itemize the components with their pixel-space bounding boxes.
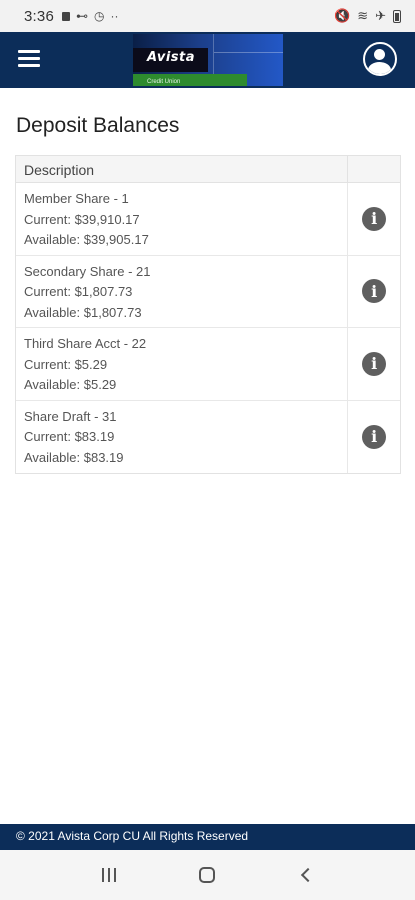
description-header: Description: [16, 156, 349, 182]
account-name: Share Draft - 31: [24, 408, 117, 424]
table-row: Member Share - 1 Current: $39,910.17 Ava…: [16, 183, 400, 256]
account-cell: Member Share - 1 Current: $39,910.17 Ava…: [16, 183, 349, 255]
app-header: Avista Credit Union: [0, 32, 415, 88]
info-icon[interactable]: i: [362, 279, 387, 304]
recents-icon: [102, 868, 117, 882]
available-balance: Available: $83.19: [24, 449, 124, 465]
table-header: Description: [16, 156, 400, 183]
airplane-icon: ✈: [375, 8, 386, 23]
mute-icon: 🔇: [334, 8, 351, 23]
recents-button[interactable]: [89, 855, 129, 895]
back-button[interactable]: [286, 855, 326, 895]
account-name: Secondary Share - 21: [24, 263, 151, 279]
logo-subtext: Credit Union: [147, 79, 181, 85]
logo-graphic: [213, 34, 283, 74]
info-icon[interactable]: i: [362, 351, 387, 376]
status-bar: 3:36 ⊷ ◷ ·· 🔇 ≋ ✈: [0, 0, 415, 32]
status-time: 3:36: [24, 7, 54, 25]
bag-icon: [62, 11, 70, 21]
current-balance: Current: $39,910.17: [24, 211, 140, 227]
current-balance: Current: $1,807.73: [24, 284, 133, 299]
profile-icon[interactable]: [363, 42, 397, 76]
available-balance: Available: $5.29: [24, 377, 117, 392]
info-cell: i: [348, 183, 400, 255]
info-cell: i: [348, 256, 400, 328]
alarm-icon: ◷: [94, 9, 105, 23]
balances-table: Description Member Share - 1 Current: $3…: [15, 155, 401, 474]
table-row: Third Share Acct - 22 Current: $5.29 Ava…: [16, 328, 400, 401]
table-row: Share Draft - 31 Current: $83.19 Availab…: [16, 400, 400, 474]
status-left: 3:36 ⊷ ◷ ··: [24, 8, 118, 25]
header-blank-cell: [348, 156, 400, 182]
notification-icons: ⊷ ◷ ··: [62, 9, 118, 23]
current-balance: Current: $5.29: [24, 356, 108, 372]
home-button[interactable]: [187, 855, 227, 895]
status-right: 🔇 ≋ ✈: [334, 8, 401, 24]
home-icon: [199, 867, 216, 883]
account-cell: Third Share Acct - 22 Current: $5.29 Ava…: [16, 328, 349, 400]
account-cell: Secondary Share - 21 Current: $1,807.73 …: [16, 255, 349, 327]
info-icon[interactable]: i: [362, 206, 387, 231]
account-cell: Share Draft - 31 Current: $83.19 Availab…: [16, 400, 349, 473]
info-cell: i: [348, 401, 400, 474]
page-title: Deposit Balances: [16, 114, 180, 137]
avista-logo: Avista Credit Union: [133, 34, 283, 86]
copyright-text: © 2021 Avista Corp CU All Rights Reserve…: [16, 829, 249, 843]
info-icon[interactable]: i: [362, 424, 387, 449]
back-icon: [301, 867, 316, 883]
menu-icon[interactable]: [18, 50, 40, 68]
info-cell: i: [348, 328, 400, 400]
account-name: Third Share Acct - 22: [24, 336, 147, 351]
wifi-icon: ≋: [357, 8, 369, 23]
available-balance: Available: $1,807.73: [24, 304, 142, 320]
more-dots-icon: ··: [110, 9, 119, 23]
table-row: Secondary Share - 21 Current: $1,807.73 …: [16, 255, 400, 328]
voicemail-icon: ⊷: [76, 9, 88, 23]
account-name: Member Share - 1: [24, 191, 129, 206]
available-balance: Available: $39,905.17: [24, 232, 149, 247]
battery-icon: [393, 9, 401, 23]
app-footer: © 2021 Avista Corp CU All Rights Reserve…: [0, 824, 415, 850]
android-nav-bar: [0, 850, 415, 900]
logo-text: Avista: [147, 50, 196, 65]
current-balance: Current: $83.19: [24, 429, 115, 444]
